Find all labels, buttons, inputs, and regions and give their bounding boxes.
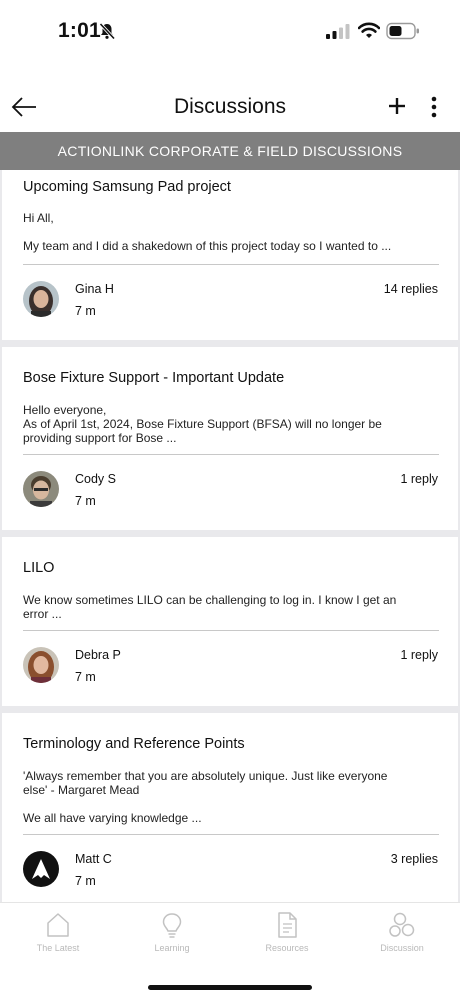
post-body-line: Hello everyone,: [23, 403, 107, 417]
discussion-card[interactable]: Upcoming Samsung Pad project Hi All, My …: [2, 170, 458, 340]
card-divider: [23, 454, 439, 455]
tab-label: The Latest: [36, 943, 80, 953]
reply-count[interactable]: 14 replies: [384, 282, 438, 296]
lightbulb-icon: [162, 913, 182, 938]
post-title: Terminology and Reference Points: [23, 736, 245, 752]
more-vertical-icon[interactable]: [427, 96, 441, 118]
avatar: [23, 851, 59, 887]
reply-count[interactable]: 3 replies: [391, 852, 438, 866]
post-title: LILO: [23, 560, 55, 576]
post-time: 7 m: [75, 670, 96, 684]
discussion-card[interactable]: Bose Fixture Support - Important Update …: [2, 347, 458, 530]
author-name: Matt C: [75, 852, 112, 866]
document-icon: [278, 912, 297, 938]
battery-icon: [386, 22, 419, 40]
discussion-feed[interactable]: Upcoming Samsung Pad project Hi All, My …: [0, 170, 460, 902]
post-title: Bose Fixture Support - Important Update: [23, 370, 285, 386]
author-name: Debra P: [75, 648, 121, 662]
status-time: 1:01: [58, 19, 101, 42]
post-time: 7 m: [75, 304, 96, 318]
tab-label: Learning: [154, 943, 190, 953]
brand-logo-icon: [23, 851, 59, 887]
discussion-card[interactable]: LILO We know sometimes LILO can be chall…: [2, 537, 458, 706]
home-indicator: [148, 985, 312, 990]
post-body-line: As of April 1st, 2024, Bose Fixture Supp…: [23, 417, 382, 431]
card-divider: [23, 834, 439, 835]
section-banner: ACTIONLINK CORPORATE & FIELD DISCUSSIONS: [0, 132, 460, 170]
author-name: Cody S: [75, 472, 116, 486]
card-divider: [23, 630, 439, 631]
home-icon: [47, 913, 69, 937]
reply-count[interactable]: 1 reply: [400, 472, 438, 486]
status-bar: 1:01: [0, 0, 460, 62]
profile-photo: [23, 281, 59, 317]
bell-muted-icon: [99, 22, 116, 40]
post-time: 7 m: [75, 874, 96, 888]
tab-the-latest[interactable]: The Latest: [18, 911, 98, 961]
post-body-line: Hi All,: [23, 211, 54, 225]
profile-photo: [23, 471, 59, 507]
post-body-line: 'Always remember that you are absolutely…: [23, 769, 388, 783]
post-body-line: providing support for Bose ...: [23, 431, 177, 445]
wifi-icon: [358, 22, 380, 38]
post-body-line: error ...: [23, 607, 62, 621]
post-title: Upcoming Samsung Pad project: [23, 179, 231, 195]
author-name: Gina H: [75, 282, 114, 296]
post-body-line: We all have varying knowledge ...: [23, 811, 202, 825]
tab-resources[interactable]: Resources: [247, 911, 327, 961]
cellular-signal-icon: [326, 24, 350, 39]
discussion-icon: [389, 912, 415, 937]
reply-count[interactable]: 1 reply: [400, 648, 438, 662]
post-body-line: My team and I did a shakedown of this pr…: [23, 239, 392, 253]
card-divider: [23, 264, 439, 265]
post-body-line: else' - Margaret Mead: [23, 783, 140, 797]
avatar: [23, 647, 59, 683]
app-header: Discussions: [0, 82, 460, 132]
tab-discussion[interactable]: Discussion: [362, 911, 442, 961]
add-icon[interactable]: [386, 94, 408, 118]
discussion-card[interactable]: Terminology and Reference Points 'Always…: [2, 713, 458, 902]
profile-photo: [23, 647, 59, 683]
avatar: [23, 471, 59, 507]
tab-learning[interactable]: Learning: [132, 911, 212, 961]
tab-label: Discussion: [380, 943, 424, 953]
avatar: [23, 281, 59, 317]
tab-label: Resources: [265, 943, 309, 953]
post-time: 7 m: [75, 494, 96, 508]
post-body-line: We know sometimes LILO can be challengin…: [23, 593, 397, 607]
